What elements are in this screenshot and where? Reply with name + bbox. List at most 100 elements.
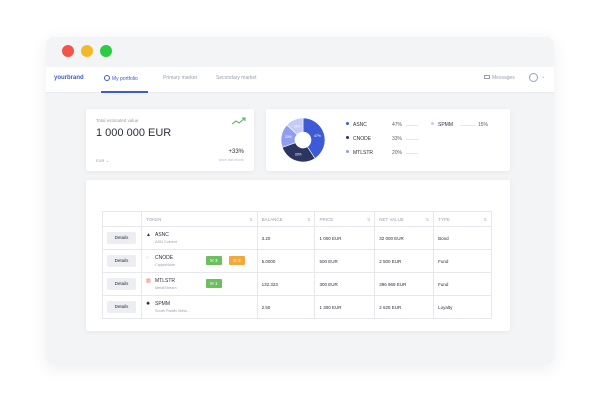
legend-label: SPMM — [438, 122, 453, 128]
message-count-badge[interactable]: ✉ 3 — [205, 256, 222, 265]
cell-type: Bond — [433, 226, 492, 250]
node-icon: ◌ — [145, 255, 149, 261]
token-symbol: MTLSTR — [154, 278, 175, 284]
pie-slice-label: 47% — [314, 134, 321, 138]
holdings-card: TOKEN ⇅ BALANCE ⇅ PRICE ⇅ NET VALUE ⇅ TYPE ⇅ … — [86, 180, 510, 331]
legend-label: CNODE — [353, 136, 372, 142]
cell-actions: Details — [102, 249, 142, 273]
table-row: Details ▲ ASNC ASN Coinent 3.20 1 000 EUR… — [102, 226, 492, 250]
pie-slice-label: 33% — [295, 152, 302, 156]
header-net-value[interactable]: NET VALUE ⇅ — [374, 211, 435, 227]
cell-net-value: 32 000 EUR — [374, 226, 435, 250]
legend-swatch — [346, 136, 349, 139]
trend-up-icon — [232, 117, 246, 125]
legend-swatch — [431, 122, 434, 125]
tab-secondary-market[interactable]: Secondary market — [216, 75, 257, 81]
window-titlebar — [46, 37, 554, 67]
legend-percent: 33% — [392, 136, 403, 142]
details-button[interactable]: Details — [107, 301, 136, 313]
legend-divider — [406, 125, 418, 126]
cell-actions: Details — [102, 226, 142, 250]
sort-icon[interactable]: ⇅ — [426, 217, 429, 222]
cell-token: ◌ CNODE CryptoNode ✉ 3 ⊙ 3 — [140, 249, 258, 273]
header-actions — [102, 211, 142, 227]
sort-icon[interactable]: ⇅ — [484, 217, 487, 222]
app-window: yourbrand My portfolio Primary market Se… — [46, 37, 554, 365]
change-period: since last month — [218, 158, 244, 162]
total-value-label: Total estimated value — [96, 118, 139, 123]
header-label: TOKEN — [145, 216, 162, 222]
sort-icon[interactable]: ⇅ — [307, 217, 310, 222]
allocation-donut-chart: 47% 33% 20% 15% — [280, 117, 326, 163]
legend-divider — [406, 153, 418, 154]
cell-type: Fund — [433, 249, 492, 273]
cell-net-value: 2 625 EUR — [374, 295, 435, 319]
legend-label: MTLSTR — [353, 150, 373, 156]
total-value-card: Total estimated value 1 000 000 EUR +33%… — [86, 109, 254, 171]
pie-slice-label: 20% — [285, 135, 292, 139]
sort-icon[interactable]: ⇅ — [367, 217, 370, 222]
details-button[interactable]: Details — [107, 255, 136, 267]
allocation-card: 47% 33% 20% 15% ASNC 47% CNODE 33% MTLSTR 2… — [266, 109, 510, 171]
cell-actions: Details — [102, 295, 142, 319]
message-count-badge[interactable]: ✉ 1 — [205, 279, 222, 288]
cell-token: ▥ MTLSTR MetalStream ✉ 1 — [140, 272, 258, 296]
legend-item-spmm: SPMM — [431, 122, 453, 128]
messages-link[interactable]: Messages — [484, 75, 515, 81]
tab-label: My portfolio — [112, 76, 138, 82]
token-symbol: CNODE — [154, 255, 174, 261]
pie-slice-label: 15% — [294, 124, 301, 128]
minimize-window-button[interactable] — [81, 45, 93, 57]
cell-token: ▲ ASNC ASN Coinent — [140, 226, 258, 250]
cell-price: 300 EUR — [314, 272, 376, 296]
legend-label: ASNC — [353, 122, 367, 128]
badge-count: 1 — [215, 281, 218, 286]
header-token[interactable]: TOKEN ⇅ — [140, 211, 258, 227]
tab-primary-market[interactable]: Primary market — [163, 75, 197, 81]
close-window-button[interactable] — [62, 45, 74, 57]
maximize-window-button[interactable] — [100, 45, 112, 57]
bars-icon: ▥ — [145, 278, 151, 284]
currency-select[interactable]: EUR ⌄ — [96, 158, 109, 163]
cell-price: 500 EUR — [314, 249, 376, 273]
chevron-down-icon[interactable]: ⌄ — [541, 74, 545, 80]
envelope-icon — [484, 75, 490, 79]
details-button[interactable]: Details — [107, 278, 136, 290]
sort-icon[interactable]: ⇅ — [249, 217, 252, 222]
active-tab-indicator — [101, 91, 148, 93]
badge-count: 3 — [238, 258, 241, 263]
header-price[interactable]: PRICE ⇅ — [314, 211, 376, 227]
header-label: TYPE — [438, 216, 450, 222]
legend-swatch — [346, 122, 349, 125]
cell-net-value: 396 969 EUR — [374, 272, 435, 296]
token-symbol: SPMM — [154, 301, 170, 307]
legend-divider — [460, 125, 476, 126]
holdings-table: TOKEN ⇅ BALANCE ⇅ PRICE ⇅ NET VALUE ⇅ TYPE ⇅ … — [102, 211, 492, 319]
details-button[interactable]: Details — [107, 232, 136, 244]
table-header-row: TOKEN ⇅ BALANCE ⇅ PRICE ⇅ NET VALUE ⇅ TYPE ⇅ — [102, 211, 492, 227]
alert-count-badge[interactable]: ⊙ 3 — [228, 256, 245, 265]
user-avatar[interactable] — [529, 73, 538, 82]
cell-token: ✹ SPMM South Pacific Meta... — [140, 295, 258, 319]
header-balance[interactable]: BALANCE ⇅ — [256, 211, 316, 227]
token-name: ASN Coinent — [154, 240, 177, 244]
legend-item-mtlstr: MTLSTR — [346, 150, 373, 156]
total-value-amount: 1 000 000 EUR — [96, 127, 172, 139]
token-name: South Pacific Meta... — [154, 309, 190, 313]
legend-percent: 47% — [392, 122, 403, 128]
legend-item-asnc: ASNC — [346, 122, 367, 128]
header-type[interactable]: TYPE ⇅ — [433, 211, 492, 227]
cell-balance: 132.323 — [256, 272, 316, 296]
legend-divider — [406, 139, 418, 140]
header-label: NET VALUE — [379, 216, 404, 222]
cell-type: Fund — [433, 272, 492, 296]
legend-percent: 20% — [392, 150, 403, 156]
pie-chart-icon — [104, 75, 110, 81]
token-name: MetalStream — [154, 286, 177, 290]
brand-logo[interactable]: yourbrand — [54, 75, 84, 81]
header-label: BALANCE — [261, 216, 283, 222]
tab-my-portfolio[interactable]: My portfolio — [104, 75, 138, 82]
cell-balance: 3.20 — [256, 226, 316, 250]
cell-price: 1 300 EUR — [314, 295, 376, 319]
header-label: PRICE — [319, 216, 334, 222]
